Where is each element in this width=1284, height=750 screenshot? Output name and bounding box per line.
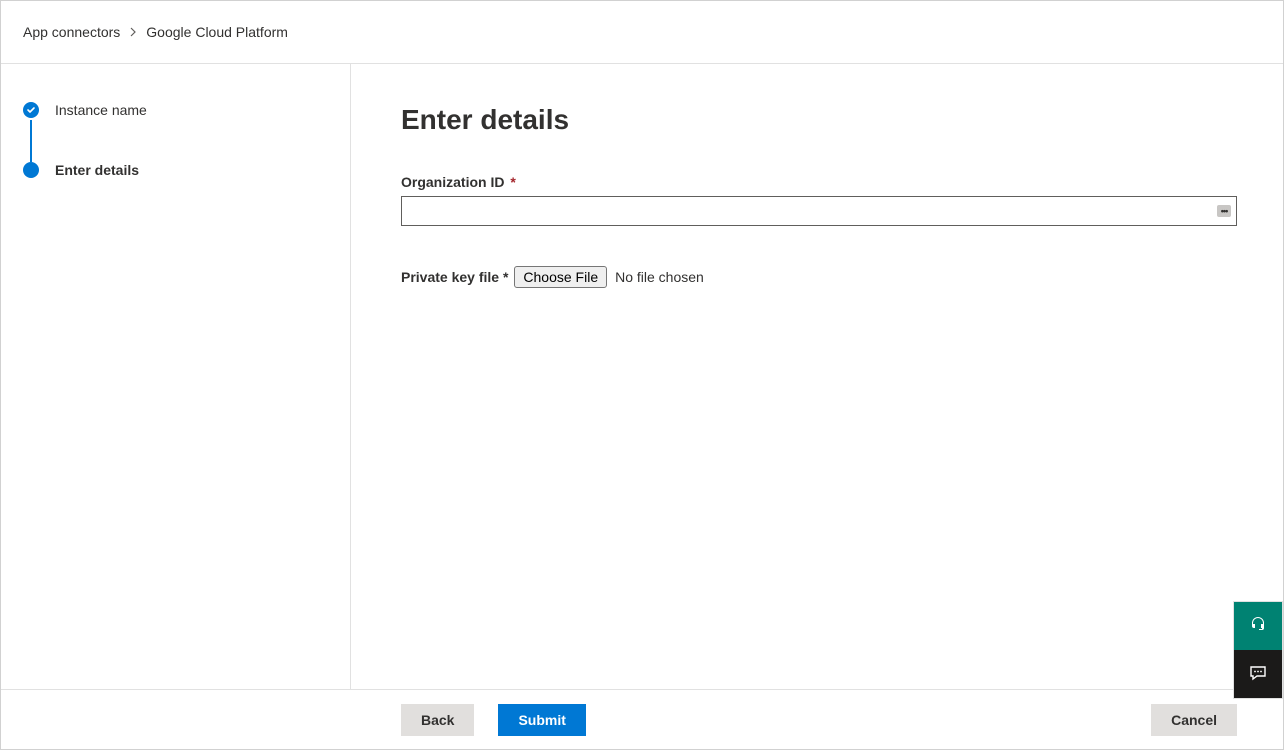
current-step-dot-icon	[23, 162, 39, 178]
app-frame: App connectors Google Cloud Platform Ins…	[0, 0, 1284, 750]
check-circle-icon	[23, 102, 39, 118]
choose-file-button[interactable]: Choose File	[514, 266, 607, 288]
wizard-step-enter-details[interactable]: Enter details	[23, 162, 328, 178]
label-text: Private key file	[401, 269, 499, 285]
wizard-step-label: Enter details	[55, 162, 139, 178]
private-key-file-label: Private key file *	[401, 269, 508, 285]
organization-id-input[interactable]	[401, 196, 1237, 226]
main-content: Enter details Organization ID * ••• Priv…	[351, 64, 1283, 689]
body: Instance name Enter details Enter detail…	[1, 64, 1283, 689]
footer-bar: Back Submit Cancel	[1, 689, 1283, 749]
headset-icon	[1248, 615, 1268, 638]
cancel-button[interactable]: Cancel	[1151, 704, 1237, 736]
organization-id-label: Organization ID *	[401, 174, 516, 190]
help-button[interactable]	[1234, 602, 1282, 650]
file-chosen-status: No file chosen	[615, 269, 704, 285]
label-text: Organization ID	[401, 174, 504, 190]
floating-action-buttons	[1233, 601, 1283, 699]
wizard-sidebar: Instance name Enter details	[1, 64, 351, 689]
wizard-step-label: Instance name	[55, 102, 147, 118]
ellipsis-icon[interactable]: •••	[1217, 205, 1231, 217]
required-asterisk: *	[506, 174, 515, 190]
breadcrumb-current: Google Cloud Platform	[146, 24, 288, 40]
chevron-right-icon	[128, 24, 138, 40]
wizard-step-instance-name[interactable]: Instance name	[23, 102, 328, 118]
submit-button[interactable]: Submit	[498, 704, 585, 736]
breadcrumb: App connectors Google Cloud Platform	[1, 1, 1283, 64]
back-button[interactable]: Back	[401, 704, 474, 736]
page-title: Enter details	[401, 104, 1237, 136]
required-asterisk: *	[503, 269, 508, 285]
feedback-button[interactable]	[1234, 650, 1282, 698]
step-connector	[30, 120, 32, 162]
breadcrumb-parent-link[interactable]: App connectors	[23, 24, 120, 40]
private-key-file-field: Private key file * Choose File No file c…	[401, 266, 1237, 288]
organization-id-field: Organization ID * •••	[401, 174, 1237, 226]
chat-icon	[1248, 663, 1268, 686]
